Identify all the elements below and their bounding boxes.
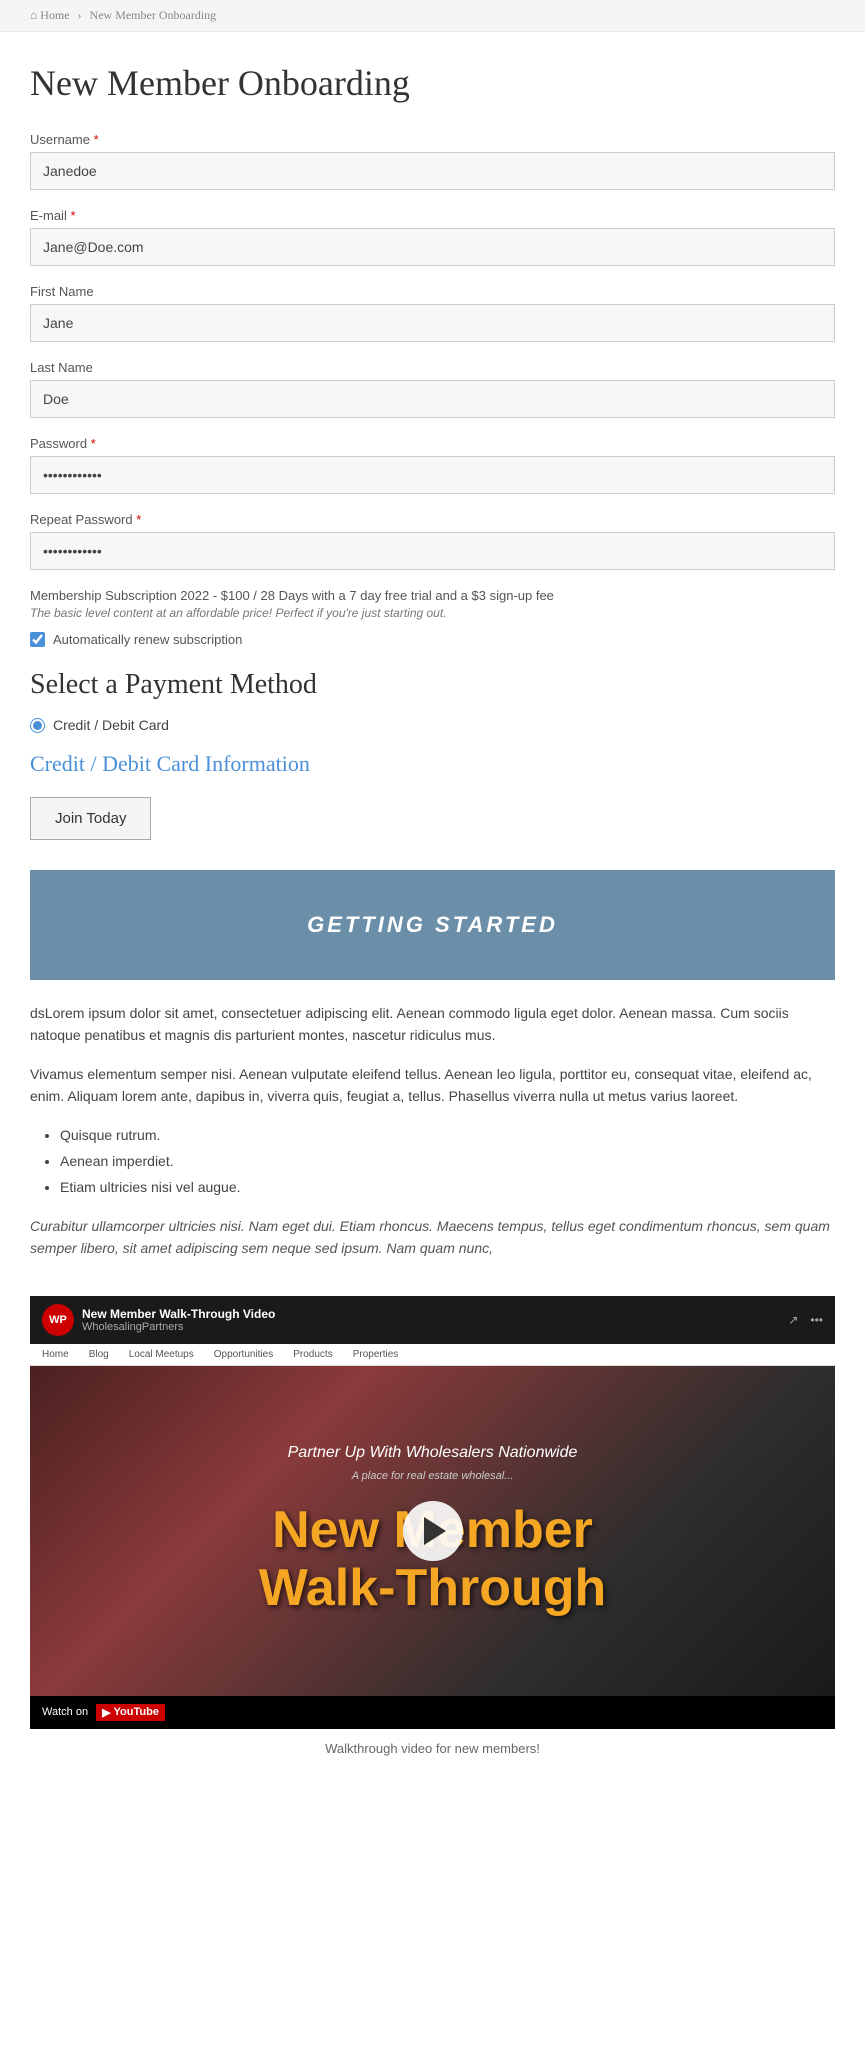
content-italic-paragraph: Curabitur ullamcorper ultricies nisi. Na… <box>30 1215 835 1260</box>
password-group: Password * <box>30 436 835 494</box>
first-name-group: First Name <box>30 284 835 342</box>
content-bullet-list: Quisque rutrum. Aenean imperdiet. Etiam … <box>60 1124 835 1199</box>
email-required-marker: * <box>70 208 75 223</box>
video-nav-properties: Properties <box>353 1349 399 1360</box>
bullet-item-3: Etiam ultricies nisi vel augue. <box>60 1176 835 1198</box>
last-name-group: Last Name <box>30 360 835 418</box>
watch-on-text: Watch on <box>42 1706 88 1718</box>
auto-renew-label: Automatically renew subscription <box>53 632 242 647</box>
video-nav-blog: Blog <box>89 1349 109 1360</box>
last-name-input[interactable] <box>30 380 835 418</box>
video-main-line2: Walk-Through <box>259 1559 607 1617</box>
youtube-play-icon: ▶ <box>102 1706 110 1719</box>
username-group: Username * <box>30 132 835 190</box>
video-tagline: A place for real estate wholesal... <box>30 1470 835 1482</box>
payment-options: Credit / Debit Card <box>30 717 835 733</box>
breadcrumb-home-link[interactable]: Home <box>40 8 69 22</box>
video-footer: Watch on ▶ YouTube <box>30 1696 835 1729</box>
wp-logo: WP <box>42 1304 74 1336</box>
play-button[interactable] <box>403 1501 463 1561</box>
first-name-label: First Name <box>30 284 835 299</box>
credit-card-option: Credit / Debit Card <box>30 717 835 733</box>
repeat-password-group: Repeat Password * <box>30 512 835 570</box>
video-channel: WholesalingPartners <box>82 1321 275 1333</box>
more-options-icon[interactable]: ••• <box>810 1313 823 1327</box>
youtube-label: YouTube <box>114 1706 159 1718</box>
video-nav-home: Home <box>42 1349 69 1360</box>
last-name-label: Last Name <box>30 360 835 375</box>
bullet-item-2: Aenean imperdiet. <box>60 1150 835 1172</box>
email-input[interactable] <box>30 228 835 266</box>
username-input[interactable] <box>30 152 835 190</box>
credit-card-label: Credit / Debit Card <box>53 717 169 733</box>
auto-renew-container: Automatically renew subscription <box>30 632 835 647</box>
video-thumbnail[interactable]: Partner Up With Wholesalers Nationwide A… <box>30 1366 835 1696</box>
email-group: E-mail * <box>30 208 835 266</box>
email-label: E-mail * <box>30 208 835 223</box>
username-required-marker: * <box>94 132 99 147</box>
card-info-title: Credit / Debit Card Information <box>30 751 835 777</box>
content-section: dsLorem ipsum dolor sit amet, consectetu… <box>30 1002 835 1296</box>
breadcrumb: ⌂ Home › New Member Onboarding <box>0 0 865 32</box>
content-paragraph-2: Vivamus elementum semper nisi. Aenean vu… <box>30 1063 835 1108</box>
video-container: WP New Member Walk-Through Video Wholesa… <box>30 1296 835 1729</box>
home-icon: ⌂ <box>30 8 37 22</box>
repeat-password-label: Repeat Password * <box>30 512 835 527</box>
membership-sub-text: The basic level content at an affordable… <box>30 606 835 620</box>
auto-renew-checkbox[interactable] <box>30 632 45 647</box>
getting-started-banner: GETTING STARTED <box>30 870 835 980</box>
content-paragraph-1: dsLorem ipsum dolor sit amet, consectetu… <box>30 1002 835 1047</box>
video-header-left: WP New Member Walk-Through Video Wholesa… <box>42 1304 275 1336</box>
password-label: Password * <box>30 436 835 451</box>
youtube-badge[interactable]: ▶ YouTube <box>96 1704 165 1721</box>
video-header-text: New Member Walk-Through Video Wholesalin… <box>82 1307 275 1333</box>
page-title: New Member Onboarding <box>30 62 835 104</box>
first-name-input[interactable] <box>30 304 835 342</box>
video-subtitle: Partner Up With Wholesalers Nationwide <box>30 1444 835 1462</box>
share-icon[interactable]: ↗ <box>788 1313 798 1327</box>
breadcrumb-current: New Member Onboarding <box>90 8 217 22</box>
breadcrumb-separator: › <box>78 8 82 22</box>
video-nav-products: Products <box>293 1349 332 1360</box>
video-nav-meetups: Local Meetups <box>129 1349 194 1360</box>
password-input[interactable] <box>30 456 835 494</box>
credit-card-radio[interactable] <box>30 718 45 733</box>
video-header-right: ↗ ••• <box>788 1313 823 1327</box>
video-nav-opportunities: Opportunities <box>214 1349 273 1360</box>
video-header: WP New Member Walk-Through Video Wholesa… <box>30 1296 835 1344</box>
username-label: Username * <box>30 132 835 147</box>
bullet-item-1: Quisque rutrum. <box>60 1124 835 1146</box>
repeat-password-input[interactable] <box>30 532 835 570</box>
join-today-button[interactable]: Join Today <box>30 797 151 840</box>
membership-main-text: Membership Subscription 2022 - $100 / 28… <box>30 588 835 603</box>
password-required-marker: * <box>91 436 96 451</box>
video-title: New Member Walk-Through Video <box>82 1307 275 1321</box>
repeat-password-required-marker: * <box>136 512 141 527</box>
video-nav-bar: Home Blog Local Meetups Opportunities Pr… <box>30 1344 835 1366</box>
payment-section-title: Select a Payment Method <box>30 669 835 701</box>
main-content: New Member Onboarding Username * E-mail … <box>0 32 865 1796</box>
video-caption: Walkthrough video for new members! <box>30 1741 835 1756</box>
membership-info: Membership Subscription 2022 - $100 / 28… <box>30 588 835 620</box>
